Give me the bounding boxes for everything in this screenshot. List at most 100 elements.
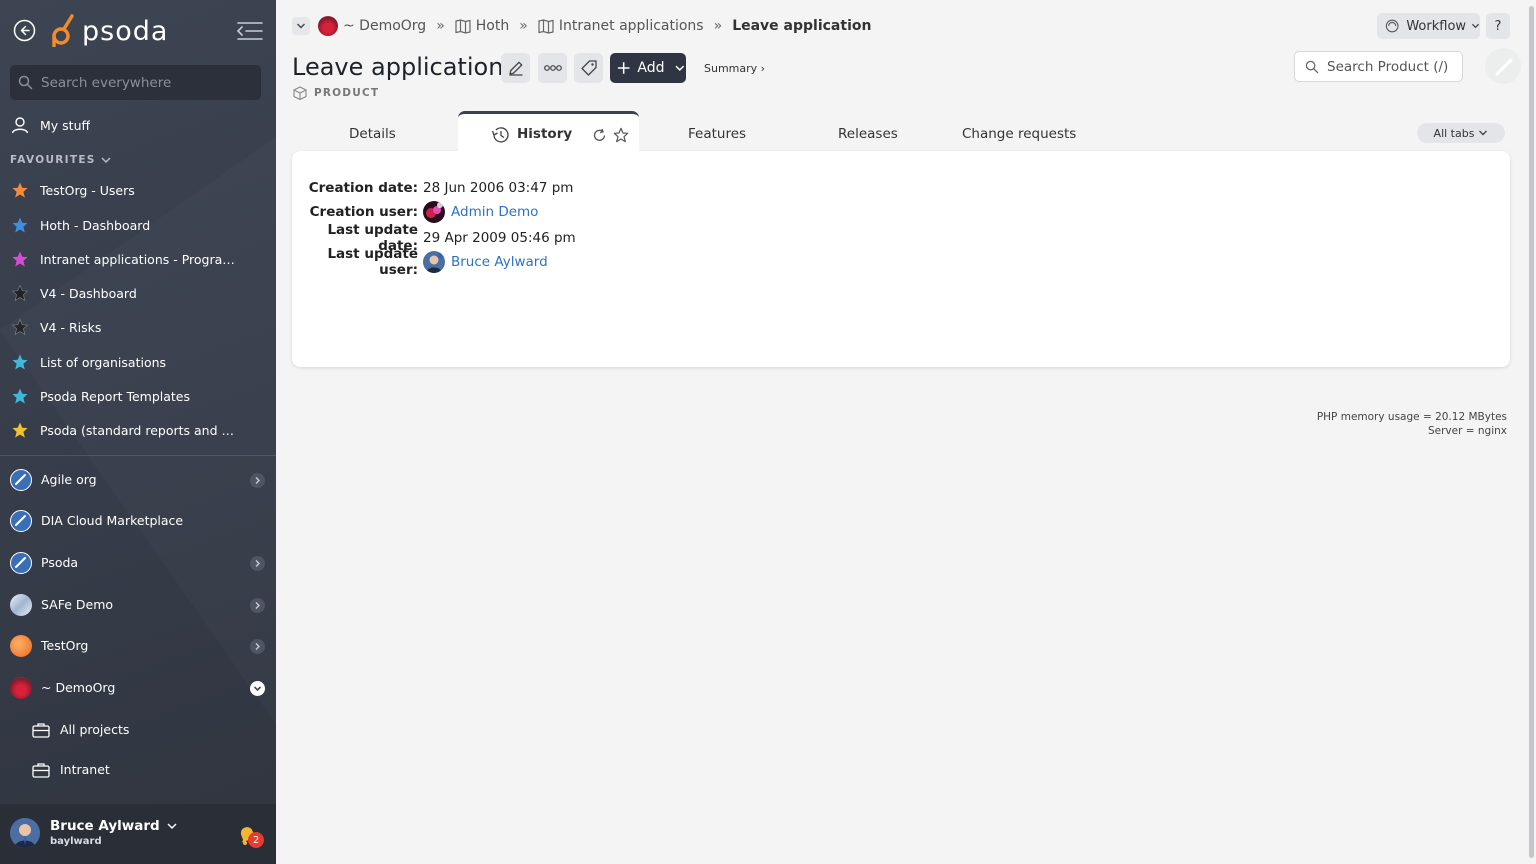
favourite-label: Psoda Report Templates [40, 388, 191, 404]
user-username: baylward [50, 836, 102, 847]
star-icon [12, 182, 28, 198]
user-icon [11, 117, 29, 134]
rocket-icon [10, 552, 32, 574]
collapse-menu-icon[interactable] [236, 20, 264, 42]
scrollbar-thumb[interactable] [1529, 6, 1534, 858]
org-logo-icon [10, 677, 32, 699]
tab-details[interactable]: Details [349, 126, 396, 142]
page-title: Leave application [292, 53, 504, 81]
chevron-right-icon[interactable] [250, 639, 265, 654]
field-label: Creation date: [308, 180, 418, 196]
creation-user-row: Creation user: Admin Demo [292, 200, 538, 224]
tab-change-requests[interactable]: Change requests [962, 126, 1076, 142]
item-type-label: PRODUCT [314, 87, 380, 99]
favourite-item[interactable]: Intranet applications - Programme... [0, 244, 276, 274]
server-info: PHP memory usage = 20.12 MBytes Server =… [1276, 410, 1507, 438]
page-scrollbar[interactable] [1526, 0, 1536, 864]
star-icon [12, 251, 28, 267]
psoda-logo[interactable]: psoda [50, 13, 168, 49]
summary-link[interactable]: Summary › [704, 62, 765, 75]
refresh-icon[interactable] [592, 128, 607, 143]
avatar [423, 251, 445, 273]
favourite-label: Intranet applications - Programme... [40, 251, 240, 267]
pencil-icon [508, 61, 522, 76]
org-item-psoda[interactable]: Psoda [0, 545, 276, 581]
quick-edit-button[interactable] [1485, 48, 1521, 84]
org-item-dia-cloud-marketplace[interactable]: DIA Cloud Marketplace [0, 503, 276, 539]
star-outline-icon[interactable] [613, 127, 629, 143]
history-panel: Creation date: 28 Jun 2006 03:47 pm Crea… [292, 151, 1510, 367]
favourite-item[interactable]: List of organisations [0, 347, 276, 377]
org-item-demoorg[interactable]: ~ DemoOrg [0, 670, 276, 706]
briefcase-icon [32, 723, 50, 738]
star-icon [12, 354, 28, 370]
server-name: Server = nginx [1427, 425, 1507, 437]
favourite-label: Psoda (standard reports and work... [40, 422, 240, 438]
sidebar-divider [0, 455, 276, 456]
breadcrumb-item[interactable]: ~ DemoOrg [343, 18, 426, 34]
creation-user-link[interactable]: Admin Demo [451, 204, 538, 220]
product-search-input[interactable]: Search Product (/) [1294, 51, 1463, 82]
back-icon[interactable] [13, 19, 36, 42]
chevron-right-icon[interactable] [250, 598, 265, 613]
more-options-button[interactable] [538, 53, 567, 83]
breadcrumb: ~ DemoOrg » Hoth » Intranet applications… [292, 15, 871, 37]
help-button[interactable]: ? [1486, 13, 1510, 39]
product-box-icon [293, 86, 307, 100]
org-item-agile-org[interactable]: Agile org [0, 462, 276, 498]
org-logo-icon [318, 16, 338, 36]
sidebar-item-label: My stuff [40, 117, 91, 133]
item-type: PRODUCT [293, 86, 379, 100]
org-item-testorg[interactable]: TestOrg [0, 628, 276, 664]
tab-releases[interactable]: Releases [838, 126, 898, 142]
favourite-item[interactable]: V4 - Dashboard [0, 278, 276, 308]
workflow-label: Workflow [1406, 18, 1467, 34]
user-name[interactable]: Bruce Aylward [50, 818, 178, 834]
org-logo-icon [10, 635, 32, 657]
favourite-label: List of organisations [40, 354, 167, 370]
tag-button[interactable] [574, 53, 603, 83]
add-button[interactable]: Add [610, 53, 686, 83]
chevron-right-icon[interactable] [250, 556, 265, 571]
favourite-item[interactable]: Hoth - Dashboard [0, 210, 276, 240]
workflow-button[interactable]: Workflow [1377, 13, 1480, 39]
add-button-label: Add [637, 60, 665, 76]
last-update-user-row: Last update user: Bruce Aylward [292, 246, 548, 278]
tab-features[interactable]: Features [688, 126, 746, 142]
chevron-down-icon [675, 65, 685, 71]
sidebar-item-intranet[interactable]: Intranet [0, 755, 276, 785]
breadcrumb-item[interactable]: Hoth [476, 18, 509, 34]
chevron-right-icon[interactable] [250, 473, 265, 488]
notification-count-badge: 2 [248, 832, 264, 848]
favourites-header[interactable]: FAVOURITES [10, 154, 112, 166]
breadcrumb-item[interactable]: Intranet applications [559, 18, 704, 34]
rocket-icon [10, 510, 32, 532]
favourite-item[interactable]: Psoda Report Templates [0, 381, 276, 411]
plus-icon [617, 62, 630, 74]
sidebar-search-input[interactable]: Search everywhere [10, 65, 261, 100]
logo-icon [52, 14, 74, 47]
favourite-label: Hoth - Dashboard [40, 217, 151, 233]
last-update-user-link[interactable]: Bruce Aylward [451, 254, 548, 270]
search-icon [1305, 60, 1319, 73]
sub-item-label: All projects [60, 722, 130, 737]
edit-button[interactable] [501, 53, 530, 83]
favourite-label: V4 - Dashboard [40, 285, 137, 301]
sidebar-item-all-projects[interactable]: All projects [0, 715, 276, 745]
favourite-label: TestOrg - Users [40, 182, 135, 198]
briefcase-icon [32, 763, 50, 778]
breadcrumb-dropdown[interactable] [292, 17, 310, 35]
favourite-item[interactable]: Psoda (standard reports and work... [0, 415, 276, 445]
favourite-item[interactable]: TestOrg - Users [0, 175, 276, 205]
chevron-down-icon[interactable] [250, 681, 265, 696]
favourite-item[interactable]: V4 - Risks [0, 312, 276, 342]
sidebar-item-my-stuff[interactable]: My stuff [0, 110, 276, 140]
user-panel[interactable]: Bruce Aylward baylward [0, 804, 276, 864]
org-item-safe-demo[interactable]: SAFe Demo [0, 587, 276, 623]
all-tabs-dropdown[interactable]: All tabs [1417, 123, 1505, 143]
memory-usage: PHP memory usage = 20.12 MBytes [1316, 411, 1507, 423]
sub-item-label: Intranet [60, 762, 110, 777]
rocket-icon [10, 469, 32, 491]
tab-history[interactable]: History [458, 111, 639, 153]
main-content: ~ DemoOrg » Hoth » Intranet applications… [276, 0, 1536, 864]
